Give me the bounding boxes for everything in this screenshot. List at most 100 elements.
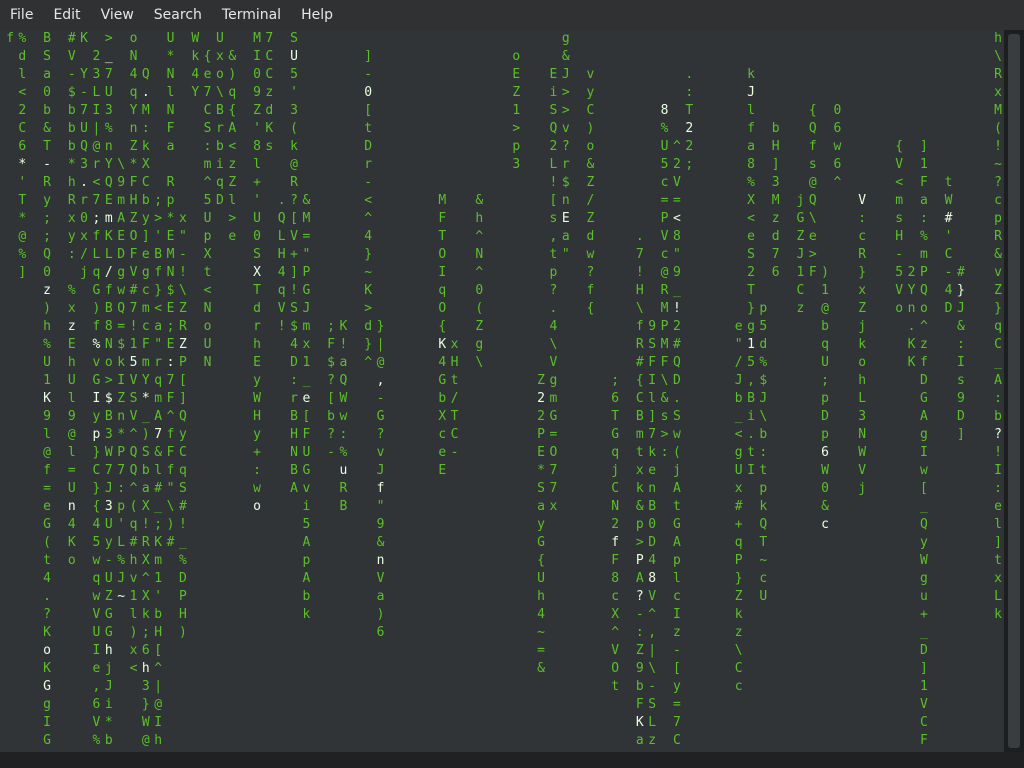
matrix-char: p [821, 391, 829, 406]
matrix-char: N [290, 445, 298, 460]
matrix-char: 2 [611, 517, 620, 532]
matrix-char: - [364, 67, 373, 82]
scrollbar-thumb[interactable] [1008, 34, 1020, 748]
matrix-column: # V - $ b b b * h Rx y: % x z Eh Ul 9 @ l = Un 4 Ko [66, 30, 78, 570]
matrix-char: @ [660, 265, 669, 280]
matrix-char: U [43, 355, 51, 370]
matrix-char: R [67, 193, 76, 208]
menu-view[interactable]: View [91, 0, 144, 30]
matrix-char: & [586, 157, 595, 172]
matrix-char: E [438, 463, 447, 478]
matrix-char: ? [327, 373, 335, 388]
matrix-char: x [67, 301, 76, 316]
matrix-char: f [92, 319, 101, 334]
matrix-char: _ [178, 535, 187, 550]
matrix-char: L [549, 157, 558, 172]
matrix-char: G [549, 409, 558, 424]
matrix-char: B [216, 103, 224, 118]
matrix-char: / [450, 391, 459, 406]
matrix-char: & [302, 193, 311, 208]
matrix-column: K! a Q Ww:% u R B [337, 30, 349, 516]
matrix-char: r [253, 319, 261, 334]
matrix-char: R [994, 229, 1002, 244]
matrix-char: ] [364, 49, 373, 64]
matrix-char: Q [129, 463, 138, 478]
matrix-char: - [364, 175, 373, 190]
matrix-char: V [660, 229, 669, 244]
matrix-char: I [253, 49, 261, 64]
matrix-char: 7 [80, 103, 88, 118]
matrix-char: # [154, 481, 163, 496]
matrix-char: D [919, 373, 928, 388]
matrix-column: o E Z 1 > p 3 [510, 30, 522, 174]
matrix-char: r [290, 391, 298, 406]
matrix-char: & [475, 193, 484, 208]
matrix-char: 7 [154, 427, 163, 442]
matrix-char: G [919, 391, 928, 406]
matrix-char: G [92, 373, 101, 388]
matrix-char: [ [672, 661, 681, 676]
menu-terminal[interactable]: Terminal [212, 0, 291, 30]
matrix-char: f [166, 463, 175, 478]
matrix-char: 6 [821, 445, 829, 460]
matrix-char: a [154, 319, 163, 334]
matrix-char: z [67, 319, 76, 334]
matrix-char: m [154, 391, 163, 406]
matrix-char: : [660, 445, 669, 460]
matrix-char: N [166, 67, 175, 82]
matrix-char: h [67, 355, 76, 370]
matrix-char: g [43, 697, 51, 712]
matrix-char: " [166, 481, 175, 496]
matrix-char: _ [672, 283, 681, 298]
vertical-scrollbar[interactable] [1004, 30, 1024, 752]
matrix-char: y [43, 193, 51, 208]
matrix-char: r [364, 157, 373, 172]
matrix-char: Z [734, 589, 743, 604]
matrix-char: g [734, 445, 743, 460]
matrix-char: T [18, 193, 27, 208]
matrix-char: ! [994, 445, 1002, 460]
matrix-char: J [117, 571, 126, 586]
matrix-char: x [734, 481, 743, 496]
matrix-char: a [43, 67, 51, 82]
matrix-char: r [92, 157, 101, 172]
matrix-char: Z [635, 643, 644, 658]
matrix-char: # [129, 535, 138, 550]
matrix-char: Q [808, 193, 817, 208]
matrix-char: ~ [994, 157, 1002, 172]
matrix-char: k [635, 481, 644, 496]
matrix-char: q [277, 283, 286, 298]
matrix-column: Ei S Q 2 L! [s, t p?. 4 \ Vg m G = O 7 7 x [547, 30, 559, 516]
matrix-char: D [957, 409, 965, 424]
menu-search[interactable]: Search [144, 0, 212, 30]
matrix-char: Y [104, 157, 113, 172]
matrix-char: V [129, 409, 138, 424]
matrix-char: K [907, 355, 916, 370]
matrix-char: , [92, 679, 101, 694]
matrix-char: + [290, 247, 298, 262]
matrix-char: / [586, 193, 595, 208]
matrix-char: v [302, 481, 311, 496]
matrix-char: ^ [475, 265, 484, 280]
matrix-char: t [672, 499, 681, 514]
matrix-char: ) [586, 121, 595, 136]
matrix-char: r [216, 121, 224, 136]
menu-file[interactable]: File [0, 0, 43, 30]
matrix-char: ) [129, 625, 138, 640]
matrix-char: ( [290, 121, 298, 136]
matrix-char: Z [117, 391, 126, 406]
matrix-char: & [635, 499, 644, 514]
terminal-area[interactable]: f% d l <2 C 6 * ' T * @%] B Sa 0 b & T - Ry;; Q 0 z) h% U 1 K 9 l @ f… [0, 30, 1004, 752]
menu-help[interactable]: Help [291, 0, 343, 30]
matrix-char: C [18, 121, 27, 136]
matrix-char: ^ [203, 175, 212, 190]
matrix-char: 1 [129, 337, 138, 352]
matrix-char: S [648, 337, 657, 352]
matrix-char: U [203, 211, 212, 226]
matrix-char: & [537, 661, 545, 676]
matrix-char: ^ [648, 607, 657, 622]
matrix-char: 3 [104, 103, 113, 118]
matrix-char: l [253, 157, 261, 172]
matrix-char: A [290, 481, 298, 496]
menu-edit[interactable]: Edit [43, 0, 90, 30]
